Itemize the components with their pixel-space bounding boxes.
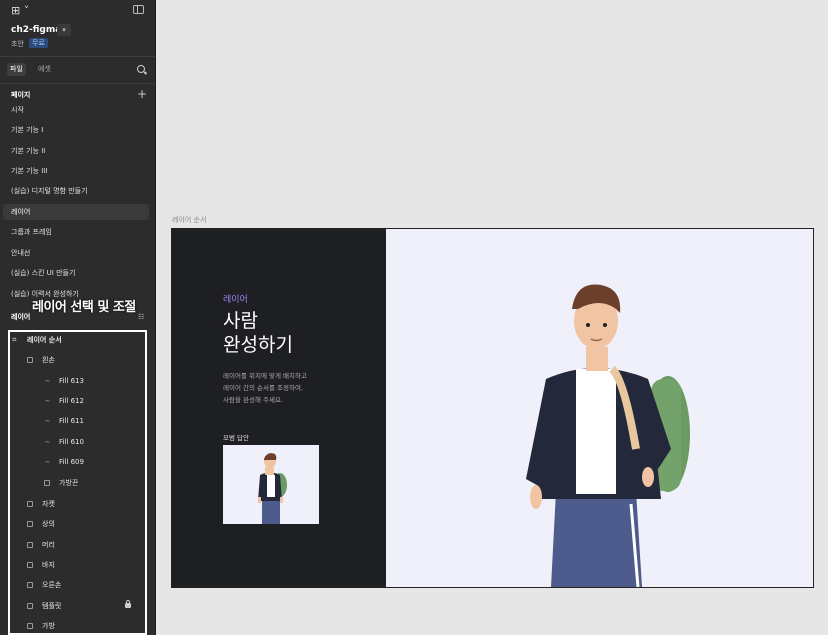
file-name[interactable]: ch2-figma	[11, 25, 61, 35]
divider	[0, 83, 155, 84]
layer-label: 상의	[42, 520, 55, 528]
layer-label: 템플릿	[42, 602, 62, 610]
answer-label: 모범 답안	[223, 434, 249, 442]
search-icon[interactable]	[137, 65, 145, 73]
page-item[interactable]: 기본 기능 III	[3, 163, 149, 179]
frame-icon	[27, 623, 33, 629]
frame-icon	[27, 562, 33, 568]
frame-icon	[27, 542, 33, 548]
layer-item[interactable]: 템플릿	[27, 599, 61, 613]
layers-title: 레이어	[11, 313, 31, 321]
description-line-2: 레이어 간의 순서를 조정하여,	[223, 384, 304, 392]
frame-label[interactable]: 레이어 순서	[172, 215, 206, 225]
layer-label: Fill 613	[59, 377, 84, 385]
file-menu-chevron-icon[interactable]: ▾	[57, 24, 71, 36]
hero-title-line-2: 완성하기	[223, 334, 293, 356]
layer-item[interactable]: 자켓	[27, 497, 55, 511]
draft-label: 초안	[11, 40, 24, 48]
layer-item[interactable]: ∼ Fill 611	[44, 414, 84, 428]
page-item[interactable]: 기본 기능 I	[3, 122, 149, 138]
layer-item[interactable]: ∼ Fill 609	[44, 455, 84, 469]
layer-item[interactable]: ∼ Fill 612	[44, 394, 84, 408]
person-illustration	[526, 284, 690, 587]
page-item[interactable]: 레이어	[3, 204, 149, 220]
layer-label: Fill 612	[59, 397, 84, 405]
layer-label: 머리	[42, 541, 55, 549]
shirt	[576, 369, 616, 494]
pages-title: 페이지	[11, 91, 31, 99]
layer-item[interactable]: 가방	[27, 619, 55, 633]
divider	[0, 56, 155, 57]
dark-panel: 레이어 사람 완성하기 레이어를 위치에 맞게 배치하고 레이어 간의 순서를 …	[172, 229, 386, 587]
layer-label: 가방	[42, 622, 55, 630]
frame-icon	[27, 501, 33, 507]
tab-files[interactable]: 파일	[7, 63, 26, 76]
page-item[interactable]: (실습) 스킨 UI 만들기	[3, 265, 149, 281]
vector-icon: ∼	[44, 377, 51, 385]
layer-root[interactable]: ⌗ 레이어 순서	[12, 333, 62, 347]
frame-icon	[27, 521, 33, 527]
add-page-icon[interactable]: +	[137, 88, 147, 100]
description-line-1: 레이어를 위치에 맞게 배치하고	[223, 372, 307, 380]
layer-label: Fill 611	[59, 417, 84, 425]
layer-root-label: 레이어 순서	[27, 336, 62, 344]
layer-item[interactable]: 바지	[27, 558, 55, 572]
frame-icon	[44, 480, 50, 486]
frame-icon	[27, 582, 33, 588]
layer-item[interactable]: 왼손	[27, 353, 55, 367]
layer-item[interactable]: ∼ Fill 610	[44, 435, 84, 449]
page-item[interactable]: 그룹과 프레임	[3, 224, 149, 240]
panel-toggle-icon[interactable]	[133, 5, 144, 14]
layer-label: Fill 610	[59, 438, 84, 446]
mini-person-illustration	[258, 453, 287, 524]
layers-collapse-icon[interactable]: ☷	[138, 313, 144, 321]
vector-icon: ∼	[44, 417, 51, 425]
layer-label: 바지	[42, 561, 55, 569]
tab-assets[interactable]: 에셋	[35, 63, 54, 76]
vector-icon: ∼	[44, 438, 51, 446]
left-sidebar: ⊞ ˅ ch2-figma ▾ 초안 무료 파일 에셋 페이지 + 시작기본 기…	[0, 0, 155, 635]
layer-item[interactable]: ∼ Fill 613	[44, 374, 84, 388]
canvas-frame[interactable]: 레이어 사람 완성하기 레이어를 위치에 맞게 배치하고 레이어 간의 순서를 …	[171, 228, 814, 588]
kicker-text: 레이어	[223, 295, 248, 305]
page-item[interactable]: 안내선	[3, 245, 149, 261]
layer-label: 오른손	[42, 581, 62, 589]
layer-item[interactable]: 오른손	[27, 578, 61, 592]
page-item[interactable]: (실습) 디지털 명함 만들기	[3, 183, 149, 199]
layer-label: 자켓	[42, 500, 55, 508]
page-item[interactable]: 기본 기능 II	[3, 143, 149, 159]
figma-menu-icon[interactable]: ⊞ ˅	[11, 4, 29, 17]
layer-label: 가방끈	[59, 479, 79, 487]
layer-label: Fill 609	[59, 458, 84, 466]
frame-icon	[27, 603, 33, 609]
head	[572, 284, 621, 349]
frame-icon: ⌗	[12, 335, 17, 344]
plan-badge: 무료	[29, 38, 48, 48]
hero-title: 사람 완성하기	[223, 309, 293, 357]
lock-icon[interactable]	[125, 600, 131, 608]
annotation-label: 레이어 선택 및 조절	[32, 300, 136, 315]
layer-item[interactable]: 가방끈	[44, 476, 78, 490]
description: 레이어를 위치에 맞게 배치하고 레이어 간의 순서를 조정하여, 사람을 완성…	[223, 370, 353, 406]
vector-icon: ∼	[44, 458, 51, 466]
hero-title-line-1: 사람	[223, 310, 258, 332]
layer-item[interactable]: 머리	[27, 538, 55, 552]
layer-item[interactable]: 상의	[27, 517, 55, 531]
neck	[586, 347, 608, 371]
sidebar-border	[155, 0, 156, 635]
vector-icon: ∼	[44, 397, 51, 405]
answer-thumbnail	[223, 445, 319, 524]
layer-label: 왼손	[42, 356, 55, 364]
description-line-3: 사람을 완성해 주세요.	[223, 396, 284, 404]
frame-icon	[27, 357, 33, 363]
pants	[551, 491, 642, 587]
page-item[interactable]: 시작	[3, 102, 149, 118]
